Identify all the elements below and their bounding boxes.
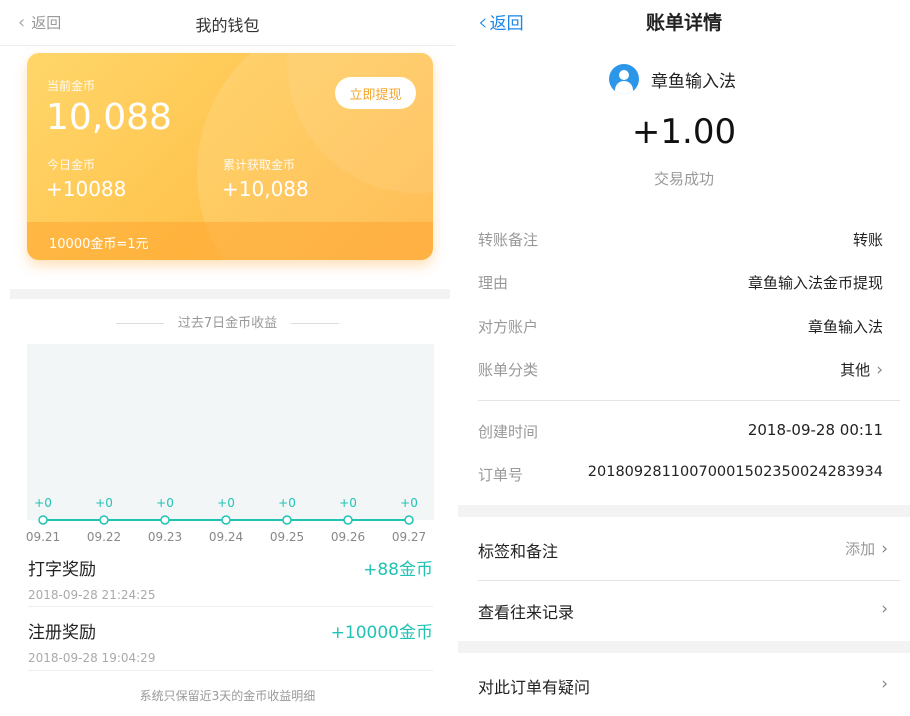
action-label: 查看往来记录 (478, 603, 575, 622)
bill-detail-screen: ‹ 返回 账单详情 章鱼输入法 +1.00 交易成功 转账备注 转账 理由 章鱼… (458, 0, 910, 716)
action-value: › (875, 599, 888, 619)
chevron-right-icon: › (881, 674, 888, 694)
avatar-head (619, 70, 629, 80)
point-data-label: +0 (217, 496, 235, 510)
x-tick-label: 09.21 (26, 530, 60, 544)
data-point (221, 515, 231, 525)
coin-balance-card: 当前金币 10,088 立即提现 今日金币 +10088 累计获取金币 +10,… (27, 53, 433, 260)
today-coins-value: +10088 (46, 177, 127, 201)
record-item: 注册奖励 2018-09-28 19:04:29 +10000金币 (28, 618, 433, 665)
detail-divider (478, 400, 900, 401)
retention-note: 系统只保留近3天的金币收益明细 (139, 689, 316, 703)
section-divider (10, 289, 450, 299)
detail-key: 转账备注 (478, 231, 539, 249)
record-time: 2018-09-28 21:24:25 (28, 588, 156, 602)
point-data-label: +0 (95, 496, 113, 510)
detail-key: 创建时间 (478, 423, 539, 441)
payee-header: 章鱼输入法 (609, 64, 736, 94)
detail-key: 账单分类 (478, 361, 539, 379)
x-tick-label: 09.27 (392, 530, 426, 544)
add-label: 添加 (845, 540, 876, 558)
avatar-body (615, 81, 633, 94)
record-divider (28, 606, 433, 607)
today-coins-label: 今日金币 (47, 158, 96, 172)
detail-value: 其他 (840, 361, 871, 379)
data-point (282, 515, 292, 525)
history-row[interactable]: 查看往来记录 › (478, 589, 888, 629)
action-value: › (875, 674, 888, 694)
point-data-label: +0 (400, 496, 418, 510)
total-coins-value: +10,088 (222, 177, 309, 201)
total-coins-label: 累计获取金币 (223, 158, 296, 172)
data-point (160, 515, 170, 525)
chart-title: 过去7日金币收益 (0, 312, 455, 331)
x-tick-label: 09.24 (209, 530, 243, 544)
point-data-label: +0 (339, 496, 357, 510)
detail-row-order-number: 订单号 20180928110070001502350024283934 (478, 459, 883, 489)
tags-notes-row[interactable]: 标签和备注 添加 › (478, 528, 888, 568)
wallet-nav-bar: ‹ 返回 我的钱包 (0, 0, 455, 46)
transaction-status: 交易成功 (653, 170, 714, 188)
detail-key: 订单号 (478, 466, 524, 484)
data-point (99, 515, 109, 525)
category-value: 其他 › (840, 359, 883, 380)
point-data-label: +0 (156, 496, 174, 510)
detail-row-created-time: 创建时间 2018-09-28 00:11 (478, 416, 883, 446)
detail-row-remark: 转账备注 转账 (478, 224, 883, 254)
x-tick-label: 09.25 (270, 530, 304, 544)
detail-value: 章鱼输入法金币提现 (747, 274, 883, 292)
data-point (38, 515, 48, 525)
current-coins-value: 10,088 (46, 97, 172, 138)
detail-value: 章鱼输入法 (807, 318, 883, 336)
detail-value: 转账 (852, 231, 883, 249)
record-divider (28, 670, 433, 671)
x-tick-label: 09.26 (331, 530, 365, 544)
record-amount: +88金币 (363, 560, 433, 580)
record-amount: +10000金币 (330, 623, 433, 643)
exchange-rate-bar: 10000金币=1元 (27, 222, 433, 260)
action-label: 标签和备注 (478, 542, 559, 561)
detail-row-reason: 理由 章鱼输入法金币提现 (478, 267, 883, 297)
detail-key: 理由 (478, 274, 509, 292)
action-divider (478, 580, 900, 581)
point-data-label: +0 (34, 496, 52, 510)
record-time: 2018-09-28 19:04:29 (28, 651, 156, 665)
user-avatar-icon (609, 64, 639, 94)
title-rule-left (115, 323, 164, 324)
chevron-right-icon: › (876, 360, 883, 380)
data-point (404, 515, 414, 525)
current-coins-label: 当前金币 (47, 79, 96, 93)
point-data-label: +0 (278, 496, 296, 510)
payee-name: 章鱼输入法 (651, 71, 736, 92)
dispute-row[interactable]: 对此订单有疑问 › (478, 664, 888, 704)
detail-value: 2018-09-28 00:11 (747, 421, 883, 439)
transaction-amount: +1.00 (631, 112, 737, 152)
wallet-page-title: 我的钱包 (195, 16, 260, 35)
title-rule-right (291, 323, 340, 324)
detail-row-category[interactable]: 账单分类 其他 › (478, 354, 883, 384)
chevron-right-icon: › (881, 539, 888, 559)
record-item: 打字奖励 2018-09-28 21:24:25 +88金币 (28, 555, 433, 602)
chevron-right-icon: › (881, 599, 888, 619)
wallet-screen: ‹ 返回 我的钱包 当前金币 10,088 立即提现 今日金币 +10088 累… (0, 0, 455, 716)
x-tick-label: 09.22 (87, 530, 121, 544)
data-point (343, 515, 353, 525)
withdraw-button[interactable]: 立即提现 (335, 77, 416, 109)
section-divider (458, 505, 910, 517)
chart-title-text: 过去7日金币收益 (177, 316, 278, 331)
action-value: 添加 › (845, 538, 888, 559)
section-divider (458, 641, 910, 653)
detail-key: 对方账户 (478, 318, 539, 336)
detail-value: 20180928110070001502350024283934 (587, 464, 883, 480)
earnings-line-chart: +0 09.21 +0 09.22 +0 09.23 +0 09.24 +0 09.25 +0 09.… (26, 496, 426, 544)
exchange-rate-text: 10000金币=1元 (49, 237, 149, 252)
action-label: 对此订单有疑问 (478, 678, 591, 697)
bill-page-title: 账单详情 (645, 12, 722, 34)
detail-row-counterparty: 对方账户 章鱼输入法 (478, 311, 883, 341)
x-tick-label: 09.23 (148, 530, 182, 544)
